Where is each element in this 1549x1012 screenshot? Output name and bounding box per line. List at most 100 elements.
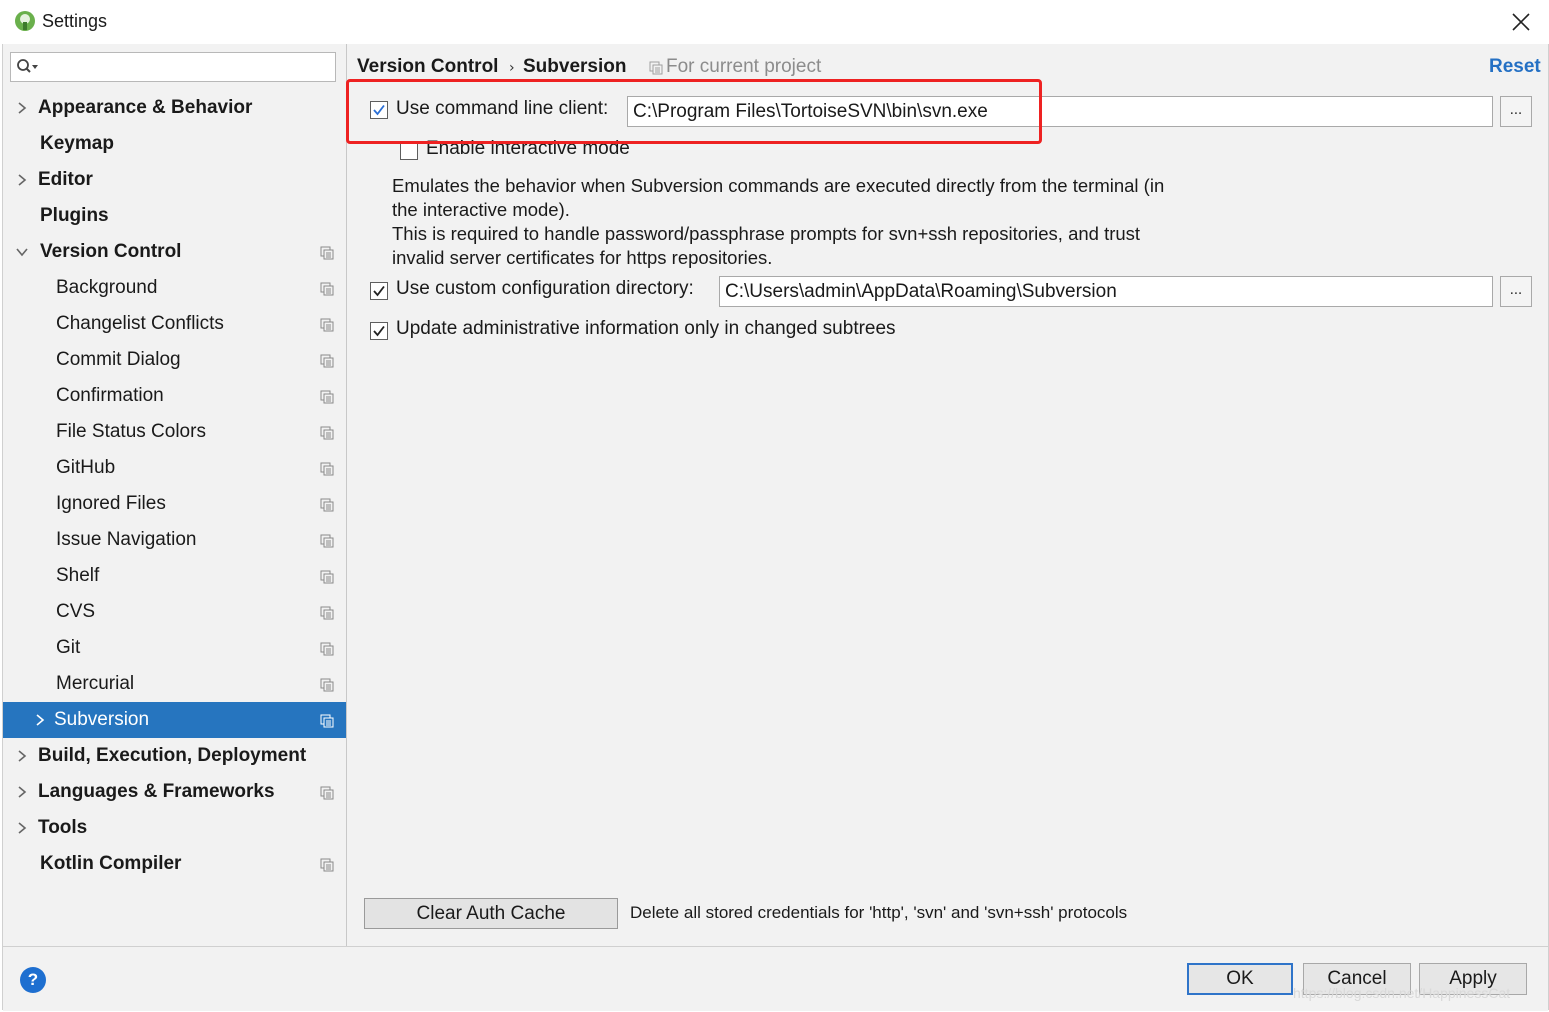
tree-item-cvs[interactable]: CVS [3, 594, 346, 630]
project-scope-icon [320, 318, 334, 332]
tree-item-label: Editor [38, 169, 93, 190]
checkmark-icon [373, 325, 385, 337]
help-icon[interactable]: ? [20, 967, 46, 993]
tree-item-plugins[interactable]: Plugins [3, 198, 346, 234]
tree-item-github[interactable]: GitHub [3, 450, 346, 486]
svn-executable-path-field[interactable]: C:\Program Files\TortoiseSVN\bin\svn.exe [627, 96, 1493, 127]
chevron-right-icon [36, 714, 45, 726]
browse-config-directory-button[interactable]: ... [1500, 276, 1532, 307]
tree-item-languages-frameworks[interactable]: Languages & Frameworks [3, 774, 346, 810]
chevron-down-icon [16, 248, 28, 257]
chevron-right-icon [18, 102, 27, 114]
tree-item-mercurial[interactable]: Mercurial [3, 666, 346, 702]
tree-item-issue-navigation[interactable]: Issue Navigation [3, 522, 346, 558]
tree-item-label: Ignored Files [56, 493, 166, 514]
search-icon [17, 59, 38, 73]
project-scope-icon [320, 570, 334, 584]
watermark: https://blog.csdn.net/HappinessCat [1293, 985, 1511, 1001]
tree-item-label: Subversion [54, 709, 150, 730]
checkmark-icon [373, 104, 385, 116]
description-line: This is required to handle password/pass… [392, 223, 1141, 244]
enable-interactive-mode-label: Enable interactive mode [426, 138, 630, 159]
reset-link[interactable]: Reset [1489, 56, 1541, 78]
project-scope-icon [320, 642, 334, 656]
description-line: invalid server certificates for https re… [392, 247, 773, 268]
tree-item-label: Mercurial [56, 673, 135, 694]
settings-dialog: Appearance & Behavior Keymap Editor Plug… [2, 44, 1549, 1011]
tree-item-changelist-conflicts[interactable]: Changelist Conflicts [3, 306, 346, 342]
tree-item-label: Changelist Conflicts [56, 313, 224, 334]
clear-auth-cache-description: Delete all stored credentials for 'http'… [630, 903, 1128, 922]
project-scope-icon [320, 714, 334, 728]
settings-sidebar: Appearance & Behavior Keymap Editor Plug… [3, 44, 347, 946]
tree-item-git[interactable]: Git [3, 630, 346, 666]
breadcrumb-current: Subversion [523, 56, 627, 77]
tree-item-subversion[interactable]: Subversion [3, 702, 346, 738]
close-button[interactable] [1504, 6, 1538, 38]
tree-item-label: Commit Dialog [56, 349, 181, 370]
settings-content: Version Control › Subversion For current… [347, 44, 1547, 946]
settings-tree: Appearance & Behavior Keymap Editor Plug… [3, 90, 346, 882]
tree-item-label: Plugins [40, 205, 109, 226]
breadcrumb-separator-icon: › [509, 60, 515, 76]
tree-item-label: Tools [38, 817, 88, 838]
use-command-line-client-checkbox[interactable] [370, 101, 388, 119]
project-scope-icon [320, 354, 334, 368]
tree-item-ignored-files[interactable]: Ignored Files [3, 486, 346, 522]
tree-item-label: GitHub [56, 457, 116, 478]
tree-item-build-execution-deployment[interactable]: Build, Execution, Deployment [3, 738, 346, 774]
project-scope-icon [320, 786, 334, 800]
tree-item-file-status-colors[interactable]: File Status Colors [3, 414, 346, 450]
project-scope-icon [320, 282, 334, 296]
tree-item-label: Git [56, 637, 81, 658]
use-command-line-client-label: Use command line client: [396, 98, 609, 119]
clear-auth-cache-button[interactable]: Clear Auth Cache [364, 898, 618, 929]
android-studio-icon [15, 11, 35, 31]
tree-item-label: Shelf [56, 565, 100, 586]
chevron-right-icon [18, 750, 27, 762]
chevron-right-icon [18, 822, 27, 834]
scope-label: For current project [666, 56, 822, 77]
tree-item-shelf[interactable]: Shelf [3, 558, 346, 594]
project-scope-icon [320, 426, 334, 440]
tree-item-background[interactable]: Background [3, 270, 346, 306]
tree-item-label: File Status Colors [56, 421, 206, 442]
enable-interactive-mode-checkbox[interactable] [400, 142, 418, 160]
description-line: Emulates the behavior when Subversion co… [392, 175, 1165, 196]
browse-svn-executable-button[interactable]: ... [1500, 96, 1532, 127]
chevron-right-icon [18, 174, 27, 186]
tree-item-tools[interactable]: Tools [3, 810, 346, 846]
tree-item-version-control[interactable]: Version Control [3, 234, 346, 270]
project-scope-icon [320, 246, 334, 260]
checkmark-icon [373, 285, 385, 297]
tree-item-label: Version Control [40, 241, 182, 262]
interactive-mode-description: Emulates the behavior when Subversion co… [392, 174, 1222, 270]
project-scope-icon [320, 534, 334, 548]
tree-item-commit-dialog[interactable]: Commit Dialog [3, 342, 346, 378]
tree-item-label: Background [56, 277, 158, 298]
tree-item-editor[interactable]: Editor [3, 162, 346, 198]
tree-item-label: Keymap [40, 133, 114, 154]
tree-item-appearance-behavior[interactable]: Appearance & Behavior [3, 90, 346, 126]
title-bar: Settings [0, 0, 1549, 44]
tree-item-kotlin-compiler[interactable]: Kotlin Compiler [3, 846, 346, 882]
ok-button[interactable]: OK [1187, 963, 1293, 995]
tree-item-label: CVS [56, 601, 96, 622]
use-custom-config-dir-label: Use custom configuration directory: [396, 278, 694, 299]
tree-item-label: Confirmation [56, 385, 164, 406]
use-custom-config-dir-checkbox[interactable] [370, 282, 388, 300]
window-title: Settings [42, 11, 108, 31]
settings-search-input[interactable] [10, 52, 336, 82]
project-scope-icon [649, 61, 663, 75]
tree-item-keymap[interactable]: Keymap [3, 126, 346, 162]
close-icon [1512, 13, 1530, 31]
tree-item-label: Appearance & Behavior [38, 97, 253, 118]
project-scope-icon [320, 462, 334, 476]
update-admin-info-checkbox[interactable] [370, 322, 388, 340]
tree-item-label: Kotlin Compiler [40, 853, 182, 874]
chevron-right-icon [18, 786, 27, 798]
config-directory-field[interactable]: C:\Users\admin\AppData\Roaming\Subversio… [719, 276, 1493, 307]
description-line: the interactive mode). [392, 199, 570, 220]
tree-item-label: Issue Navigation [56, 529, 197, 550]
tree-item-confirmation[interactable]: Confirmation [3, 378, 346, 414]
